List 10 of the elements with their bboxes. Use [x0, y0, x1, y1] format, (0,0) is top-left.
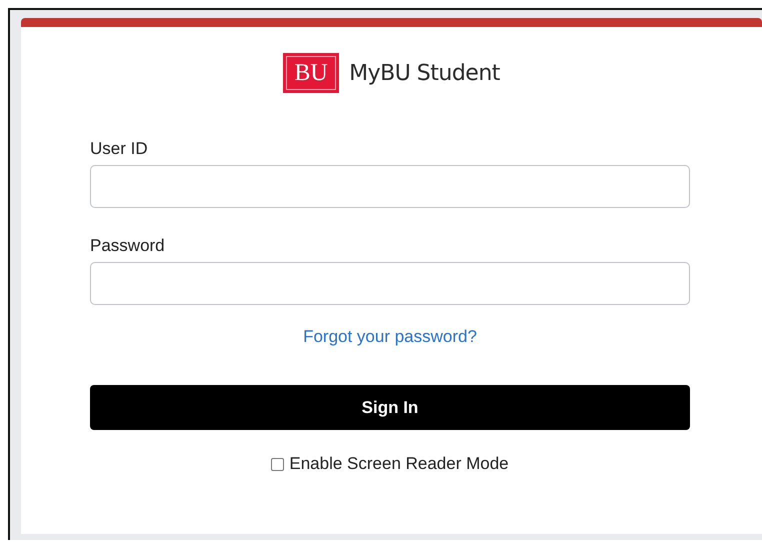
input-field[interactable]: [90, 165, 690, 208]
sign-in-button[interactable]: Sign In: [90, 385, 690, 430]
app-title: MyBU Student: [349, 60, 500, 86]
checkbox-label: Enable Screen Reader Mode: [289, 454, 509, 474]
checkbox[interactable]: [271, 458, 284, 470]
forgot-password-link[interactable]: Forgot your password?: [303, 327, 477, 347]
field-label: Password: [90, 236, 165, 256]
field-label: User ID: [90, 139, 148, 159]
logo-mark: BU: [283, 53, 340, 93]
input-field[interactable]: [90, 262, 690, 305]
